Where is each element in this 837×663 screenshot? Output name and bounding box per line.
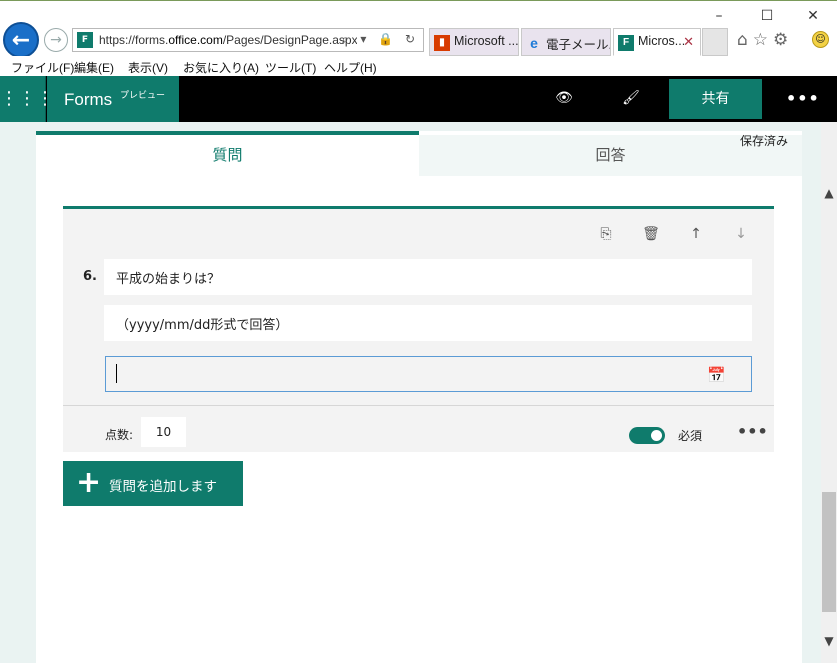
url-prefix: https://forms. (99, 33, 169, 47)
menu-bar: ファイル(F) 編集(E) 表示(V) お気に入り(A) ツール(T) ヘルプ(… (0, 56, 837, 76)
calendar-icon[interactable]: 📅 (707, 366, 726, 384)
forms-brand[interactable]: Forms プレビュー (47, 76, 179, 122)
menu-view[interactable]: 表示(V) (128, 59, 168, 76)
question-more-icon[interactable]: ••• (737, 422, 768, 441)
address-bar[interactable]: F https://forms.office.com/Pages/DesignP… (72, 28, 424, 52)
move-up-icon[interactable]: ↑ (686, 226, 706, 242)
saved-status: 保存済み (740, 134, 789, 148)
browser-tab-label: 電子メール... (546, 38, 611, 52)
move-down-icon[interactable]: ↓ (731, 226, 751, 242)
theme-brush-icon[interactable]: 🖌 (619, 90, 643, 106)
feedback-smiley-icon[interactable]: ☺ (812, 31, 829, 48)
more-options-icon[interactable]: ••• (786, 89, 820, 108)
office-icon: ▮ (434, 35, 450, 51)
design-tabs: 質問 回答 (36, 131, 802, 176)
app-launcher-icon[interactable]: ⋮⋮⋮ (0, 76, 54, 122)
preview-eye-icon[interactable]: 👁 (552, 90, 576, 106)
close-tab-icon[interactable]: ✕ (683, 34, 694, 50)
forward-button[interactable]: → (44, 28, 68, 52)
back-button[interactable]: ← (3, 22, 39, 58)
required-label: 必須 (678, 429, 703, 443)
points-input[interactable]: 10 (141, 417, 186, 447)
menu-favorites[interactable]: お気に入り(A) (183, 59, 259, 76)
vertical-scrollbar[interactable]: ▲ ▼ (821, 122, 837, 663)
menu-file[interactable]: ファイル(F) (11, 59, 74, 76)
date-answer-input[interactable]: 📅 (105, 356, 752, 392)
address-bar-icons[interactable]: ⌕ ▾ 🔒 ↻ (342, 32, 419, 47)
scroll-thumb[interactable] (822, 492, 836, 612)
browser-tab-label: Microsoft ... (454, 34, 519, 48)
delete-question-icon[interactable]: 🗑 (641, 226, 661, 242)
forms-icon: F (618, 35, 634, 51)
brand-preview-label: プレビュー (120, 91, 166, 101)
forms-favicon-icon: F (77, 32, 93, 48)
maximize-button[interactable]: ☐ (744, 5, 790, 27)
close-window-button[interactable]: ✕ (790, 5, 836, 27)
menu-tools[interactable]: ツール(T) (265, 59, 316, 76)
add-question-button[interactable]: + 質問を追加します (63, 461, 243, 506)
brand-title: Forms (64, 90, 113, 109)
card-divider (63, 405, 774, 406)
address-url[interactable]: https://forms.office.com/Pages/DesignPag… (99, 33, 357, 47)
menu-edit[interactable]: 編集(E) (74, 59, 114, 76)
question-title-field[interactable]: 平成の始まりは？ (104, 259, 752, 295)
browser-toolbar-icons[interactable]: ⌂☆⚙ (737, 30, 793, 50)
scroll-down-arrow-icon[interactable]: ▼ (821, 634, 837, 648)
back-arrow-icon: ← (11, 28, 31, 53)
question-card[interactable]: ⎘ 🗑 ↑ ↓ 6. 平成の始まりは？ （yyyy/mm/dd形式で回答） 📅 … (63, 206, 774, 452)
question-subtitle-field[interactable]: （yyyy/mm/dd形式で回答） (104, 305, 752, 341)
browser-tab-forms[interactable]: F Micros... ✕ (613, 28, 701, 56)
add-question-label: 質問を追加します (109, 479, 217, 495)
tab-questions[interactable]: 質問 (36, 131, 419, 176)
plus-icon: + (76, 465, 102, 500)
points-label: 点数: (105, 428, 134, 442)
browser-titlebar: – ☐ ✕ ← → F https://forms.office.com/Pag… (0, 0, 837, 58)
browser-tab-office[interactable]: ▮ Microsoft ... (429, 28, 519, 56)
copy-question-icon[interactable]: ⎘ (596, 226, 616, 242)
forward-arrow-icon: → (50, 32, 62, 48)
browser-tab-label: Micros... (638, 34, 686, 48)
browser-tab-mail[interactable]: e 電子メール... (521, 28, 611, 56)
text-caret (116, 364, 117, 383)
new-tab-button[interactable] (702, 28, 728, 56)
minimize-button[interactable]: – (696, 5, 742, 27)
ie-icon: e (530, 35, 538, 51)
required-toggle[interactable] (629, 427, 665, 444)
scroll-up-arrow-icon[interactable]: ▲ (821, 186, 837, 200)
question-number: 6. (83, 269, 97, 284)
url-path: /Pages/DesignPage.aspx (222, 33, 357, 47)
url-domain: office.com (168, 33, 223, 47)
menu-help[interactable]: ヘルプ(H) (324, 59, 377, 76)
forms-app-bar: ⋮⋮⋮ Forms プレビュー 👁 🖌 共有 ••• (0, 76, 837, 122)
share-button[interactable]: 共有 (669, 79, 762, 119)
